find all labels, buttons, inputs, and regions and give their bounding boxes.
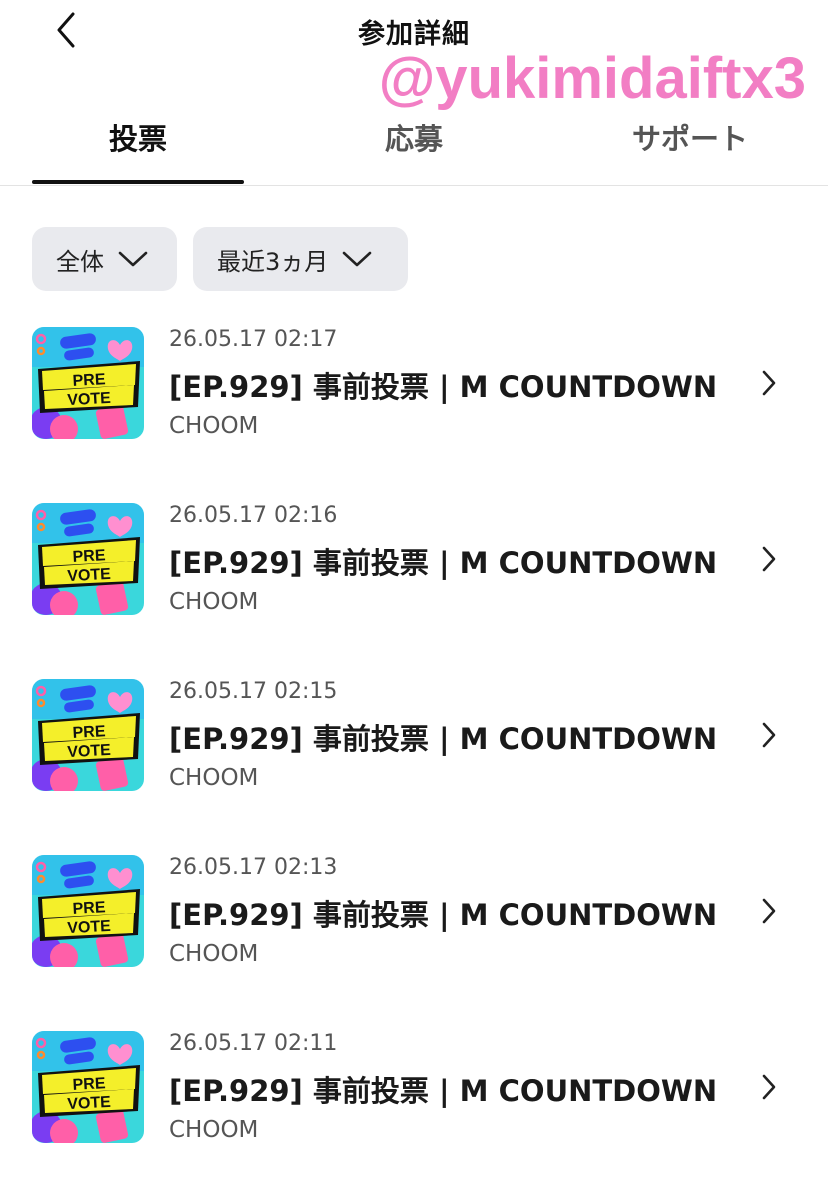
list-item-3[interactable]: PRE VOTE 26.05.17 02:15 [EP.929] 事前投票 | …	[0, 672, 828, 802]
prevote-thumbnail: PRE VOTE	[32, 1031, 144, 1143]
item-subtitle: CHOOM	[169, 765, 259, 791]
item-date: 26.05.17 02:15	[169, 679, 338, 704]
tab-vote[interactable]: 投票	[32, 116, 244, 158]
thumbnail-text-pre: PRE	[72, 899, 106, 918]
chevron-right-icon	[754, 1070, 784, 1104]
item-title: [EP.929] 事前投票 | M COUNTDOWN	[169, 1074, 718, 1108]
thumbnail-text-pre: PRE	[72, 1075, 106, 1094]
tab-support[interactable]: サポート	[584, 116, 796, 158]
thumbnail-text-pre: PRE	[72, 723, 106, 742]
thumbnail-text-vote: VOTE	[67, 918, 112, 937]
chevron-down-icon	[118, 250, 148, 268]
item-date: 26.05.17 02:13	[169, 855, 338, 880]
item-subtitle: CHOOM	[169, 1117, 259, 1143]
active-tab-indicator	[32, 180, 244, 184]
item-title: [EP.929] 事前投票 | M COUNTDOWN	[169, 370, 718, 404]
filter-category-label: 全体	[56, 247, 104, 276]
filter-period-dropdown[interactable]: 最近3ヵ月	[193, 227, 408, 291]
list-item-2[interactable]: PRE VOTE 26.05.17 02:16 [EP.929] 事前投票 | …	[0, 496, 828, 626]
item-title: [EP.929] 事前投票 | M COUNTDOWN	[169, 722, 718, 756]
list-item-1[interactable]: PRE VOTE 26.05.17 02:17 [EP.929] 事前投票 | …	[0, 320, 828, 450]
list-item-5[interactable]: PRE VOTE 26.05.17 02:11 [EP.929] 事前投票 | …	[0, 1024, 828, 1154]
tab-bar: 投票 応募 サポート	[0, 100, 828, 186]
prevote-thumbnail: PRE VOTE	[32, 855, 144, 967]
item-subtitle: CHOOM	[169, 589, 259, 615]
prevote-thumbnail: PRE VOTE	[32, 679, 144, 791]
thumbnail-text-vote: VOTE	[67, 742, 112, 761]
thumbnail-text-vote: VOTE	[67, 566, 112, 585]
list-item-4[interactable]: PRE VOTE 26.05.17 02:13 [EP.929] 事前投票 | …	[0, 848, 828, 978]
item-date: 26.05.17 02:17	[169, 327, 338, 352]
filter-category-dropdown[interactable]: 全体	[32, 227, 177, 291]
item-date: 26.05.17 02:11	[169, 1031, 338, 1056]
chevron-right-icon	[754, 718, 784, 752]
chevron-right-icon	[754, 366, 784, 400]
thumbnail-text-vote: VOTE	[67, 1094, 112, 1113]
thumbnail-text-pre: PRE	[72, 547, 106, 566]
prevote-thumbnail: PRE VOTE	[32, 503, 144, 615]
item-subtitle: CHOOM	[169, 413, 259, 439]
item-title: [EP.929] 事前投票 | M COUNTDOWN	[169, 898, 718, 932]
filter-period-label: 最近3ヵ月	[217, 247, 329, 276]
item-date: 26.05.17 02:16	[169, 503, 338, 528]
prevote-thumbnail: PRE VOTE	[32, 327, 144, 439]
item-subtitle: CHOOM	[169, 941, 259, 967]
tab-apply[interactable]: 応募	[308, 116, 520, 158]
thumbnail-text-vote: VOTE	[67, 390, 112, 409]
item-title: [EP.929] 事前投票 | M COUNTDOWN	[169, 546, 718, 580]
chevron-down-icon	[342, 250, 372, 268]
chevron-right-icon	[754, 894, 784, 928]
thumbnail-text-pre: PRE	[72, 371, 106, 390]
chevron-right-icon	[754, 542, 784, 576]
